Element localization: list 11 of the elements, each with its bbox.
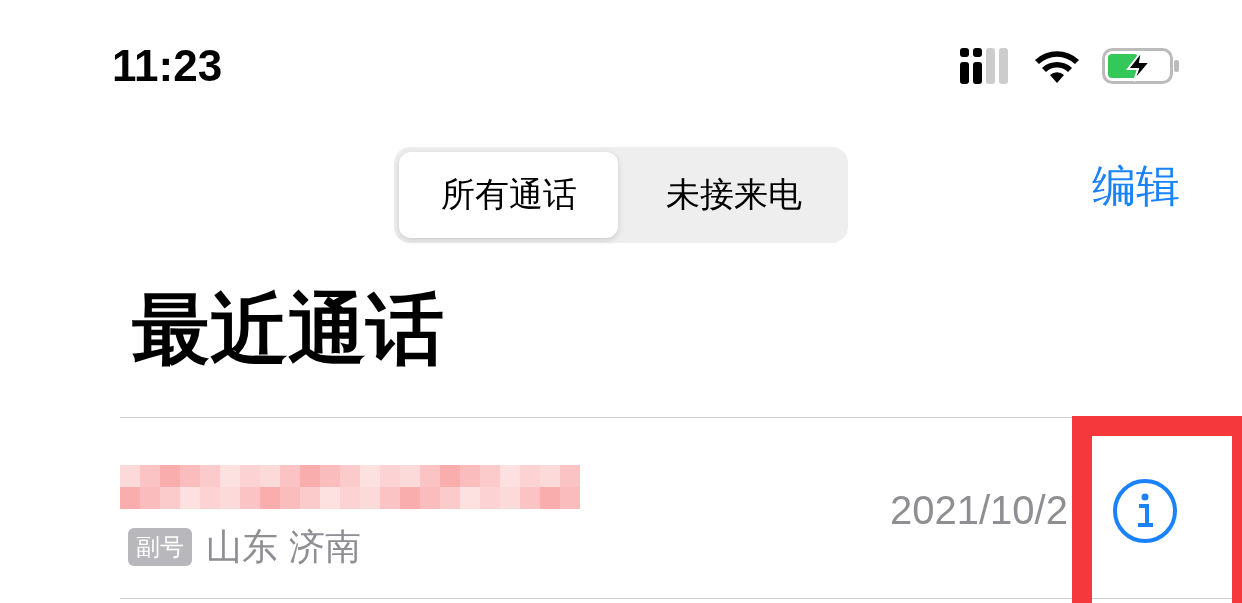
status-time: 11:23 — [112, 40, 223, 91]
wifi-icon — [1034, 48, 1080, 83]
line-tag: 副号 — [128, 528, 192, 566]
segment-tab[interactable]: 所有通话 — [399, 152, 618, 238]
info-icon[interactable] — [1112, 478, 1178, 544]
call-location: 山东 济南 — [206, 524, 362, 569]
battery-charging-icon — [1102, 47, 1180, 84]
call-date: 2021/10/2 — [890, 488, 1068, 533]
segment-tab[interactable]: 未接来电 — [624, 152, 843, 238]
edit-button[interactable]: 编辑 — [1092, 157, 1180, 216]
page-title: 最近通话 — [131, 283, 445, 376]
